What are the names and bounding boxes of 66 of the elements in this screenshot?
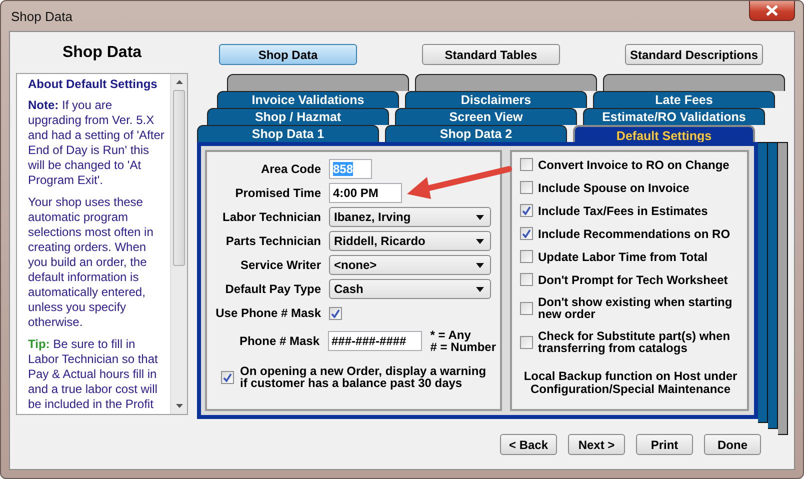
field-label: Default Pay Type [224,282,321,296]
dropdown[interactable]: Ibanez, Irving [329,207,491,227]
tab[interactable]: Invoice Validations [217,91,399,108]
checkbox[interactable] [520,273,533,286]
checkbox-label: Convert Invoice to RO on Change [538,158,730,170]
caret-icon [476,286,484,292]
window-title: Shop Data [10,8,72,24]
tab[interactable]: Shop / Hazmat [207,108,389,125]
scroll-up-icon[interactable] [176,80,182,84]
field-label: Parts Technician [224,234,321,248]
checkbox-label: Include Spouse on Invoice [538,182,690,194]
nav-button[interactable]: Standard Descriptions [625,44,763,65]
checkbox-label: Update Labor Time from Total [538,250,708,262]
tab[interactable]: Disclaimers [405,91,587,108]
hint-text: * = Any [430,329,472,341]
close-button[interactable] [749,1,795,21]
nav-button[interactable]: Done [704,434,761,455]
input-field[interactable]: ###-###-#### [328,331,422,351]
checkbox[interactable] [520,204,533,217]
checkbox-label: Include Recommendations on RO [538,228,730,240]
checkbox-label: Don't show existing when starting new order [538,296,734,320]
caret-icon [476,262,484,268]
help-paragraph: Tip: Be sure to fill in Labor Technician so that Pay & Actual hours fill in and a true labor cost will be included in the Profit [28,337,159,412]
field-label: Use Phone # Mask [214,306,321,320]
nav-button[interactable]: < Back [500,434,557,455]
hint-text: # = Number [430,341,496,353]
help-paragraph: Note: If you are upgrading from Ver. 5.X and had a setting of 'After End of Day is Run' this will be changed to 'At Program Exit'. [28,98,166,188]
checkbox[interactable] [520,250,533,263]
caret-icon [476,238,484,244]
nav-button[interactable]: Shop Data [219,44,357,65]
nav-button[interactable]: Standard Tables [422,44,560,65]
tab[interactable]: Shop Data 2 [385,125,567,142]
dropdown[interactable]: Cash [329,279,491,299]
checkbox[interactable] [329,306,342,320]
help-title: About Default Settings [28,77,158,92]
checkbox-label: Check for Substitute part(s) when transferring from catalogs [538,330,732,354]
field-label: Service Writer [240,258,321,272]
tab[interactable]: Estimate/RO Validations [583,108,765,125]
checkbox[interactable] [520,181,533,194]
field-label: Labor Technician [222,210,321,224]
checkbox[interactable] [520,158,533,171]
caret-icon [476,214,484,220]
tab[interactable]: Screen View [395,108,577,125]
checkbox[interactable] [520,227,533,240]
tab[interactable]: Shop Data 1 [197,125,379,142]
checkbox[interactable] [520,336,533,348]
help-paragraph: Your shop uses these automatic program selections most often in creating orders. When you build an order, the default information is automatically entered, unless you specify otherwise. [28,195,154,330]
field-label: Area Code [260,162,321,176]
field-label: Promised Time [234,186,321,200]
scrollbar[interactable] [170,74,187,414]
close-icon [765,5,779,16]
dropdown[interactable]: <none> [329,255,491,275]
checkbox-label: On opening a new Order, display a warning if customer has a balance past 30 days [240,365,488,389]
scroll-down-icon[interactable] [176,404,182,408]
field-label: Phone # Mask [238,334,320,348]
checkbox[interactable] [221,370,234,384]
nav-button[interactable]: Next > [568,434,625,455]
checkbox-label: Include Tax/Fees in Estimates [538,204,708,216]
panel-heading: Shop Data [61,42,143,62]
checkbox-label: Don't Prompt for Tech Worksheet [538,274,728,286]
tab[interactable]: Late Fees [593,91,775,108]
nav-button[interactable]: Print [636,434,693,455]
backup-note: Local Backup function on Host under Configuration/Special Maintenance [522,370,738,396]
checkbox[interactable] [520,302,533,314]
input-field[interactable]: 4:00 PM [329,183,402,203]
dropdown[interactable]: Riddell, Ricardo [329,231,491,251]
